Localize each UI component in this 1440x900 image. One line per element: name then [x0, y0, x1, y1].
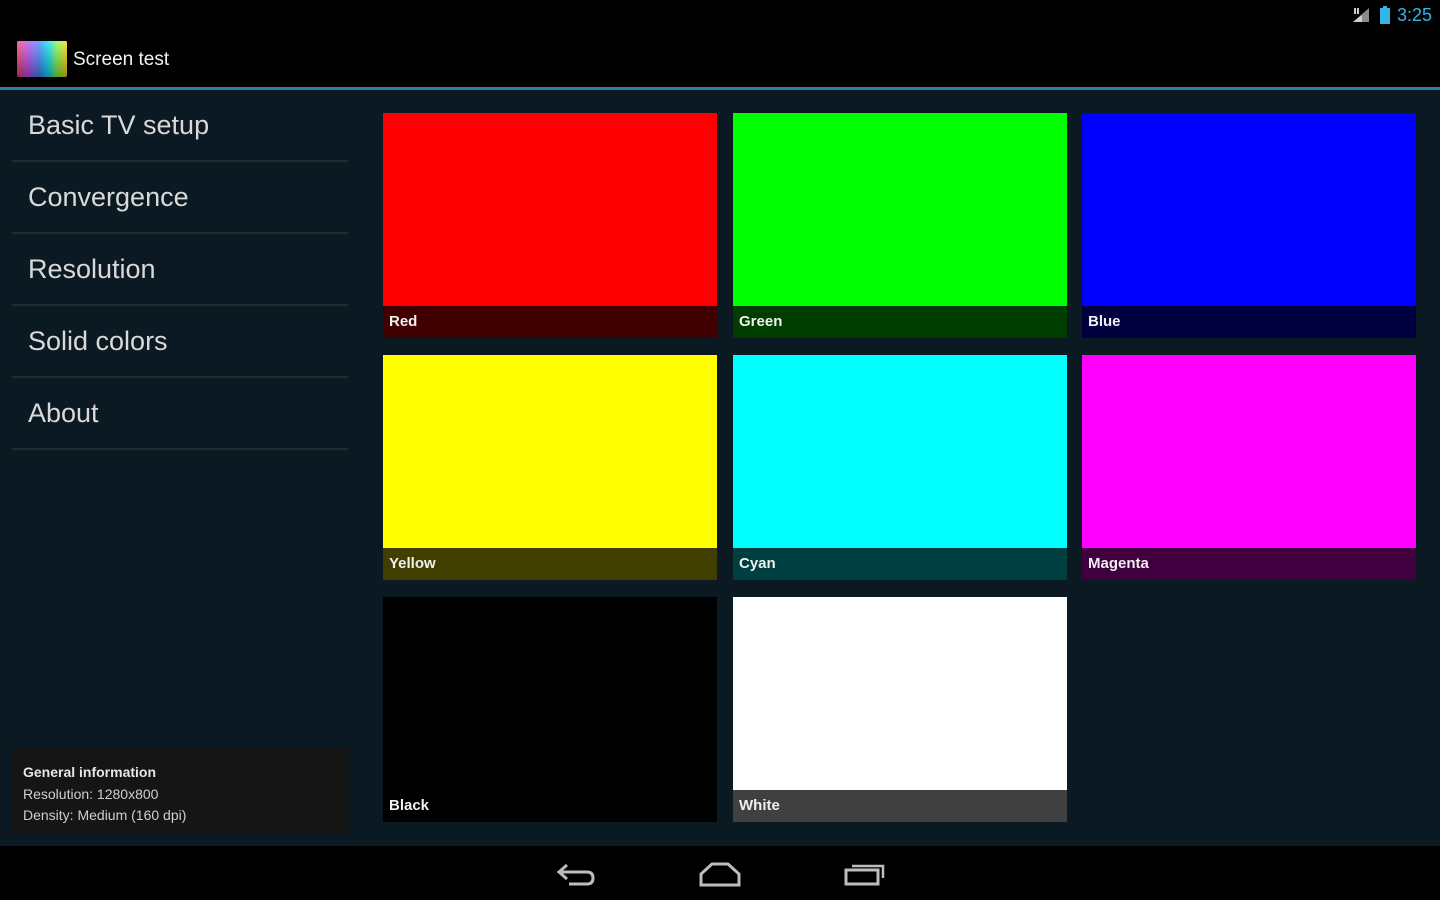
- info-resolution: Resolution: 1280x800: [23, 785, 159, 802]
- app-icon[interactable]: [17, 41, 67, 77]
- info-title: General information: [23, 764, 157, 780]
- status-icons: 3:25: [1351, 4, 1432, 26]
- tile-label: White: [733, 790, 1067, 822]
- color-swatch: [733, 597, 1067, 790]
- signal-icon: [1352, 8, 1369, 22]
- battery-icon: [1379, 6, 1390, 24]
- color-swatch: [383, 355, 717, 548]
- status-bar: 3:25: [0, 0, 1440, 30]
- status-time: 3:25: [1396, 4, 1432, 25]
- color-swatch: [1082, 355, 1416, 548]
- back-icon: [556, 863, 595, 886]
- tile-label: Yellow: [383, 548, 717, 580]
- recent-apps-button[interactable]: [835, 858, 895, 890]
- color-tile-magenta[interactable]: Magenta: [1082, 355, 1416, 580]
- tile-label: Magenta: [1082, 548, 1416, 580]
- tile-label: Green: [733, 306, 1067, 338]
- sidebar-item-basic-tv-setup[interactable]: Basic TV setup: [12, 90, 348, 162]
- tile-label: Cyan: [733, 548, 1067, 580]
- tile-label: Blue: [1082, 306, 1416, 338]
- color-swatch: [1082, 113, 1416, 306]
- sidebar-item-label: Convergence: [28, 181, 189, 212]
- color-tile-blue[interactable]: Blue: [1082, 113, 1416, 338]
- color-swatch: [733, 355, 1067, 548]
- home-icon: [699, 862, 741, 887]
- action-bar: Screen test: [0, 30, 1440, 88]
- system-nav-bar: [0, 846, 1440, 900]
- color-tile-yellow[interactable]: Yellow: [383, 355, 717, 580]
- sidebar-item-resolution[interactable]: Resolution: [12, 234, 348, 306]
- color-swatch: [383, 113, 717, 306]
- home-button[interactable]: [690, 858, 750, 890]
- color-tile-green[interactable]: Green: [733, 113, 1067, 338]
- app-title: Screen test: [73, 49, 170, 70]
- general-info-panel: General information Resolution: 1280x800…: [12, 748, 349, 834]
- content-area: Basic TV setup Convergence Resolution So…: [0, 90, 1440, 846]
- sidebar-item-about[interactable]: About: [12, 378, 348, 450]
- color-swatch: [733, 113, 1067, 306]
- info-density: Density: Medium (160 dpi): [23, 807, 187, 823]
- color-swatch: [383, 597, 717, 790]
- color-tile-red[interactable]: Red: [383, 113, 717, 338]
- sidebar-nav: Basic TV setup Convergence Resolution So…: [12, 90, 348, 450]
- sidebar-item-label: Basic TV setup: [28, 109, 210, 140]
- recent-apps-icon: [844, 864, 885, 886]
- back-button[interactable]: [546, 858, 606, 890]
- sidebar-item-solid-colors[interactable]: Solid colors: [12, 306, 348, 378]
- sidebar-item-label: Solid colors: [28, 325, 168, 356]
- sidebar-item-label: Resolution: [28, 253, 156, 284]
- color-tile-black[interactable]: Black: [383, 597, 717, 822]
- color-tile-cyan[interactable]: Cyan: [733, 355, 1067, 580]
- tile-label: Red: [383, 306, 717, 338]
- tile-label: Black: [383, 790, 717, 822]
- sidebar-item-convergence[interactable]: Convergence: [12, 162, 348, 234]
- color-tile-white[interactable]: White: [733, 597, 1067, 822]
- sidebar-item-label: About: [28, 397, 99, 428]
